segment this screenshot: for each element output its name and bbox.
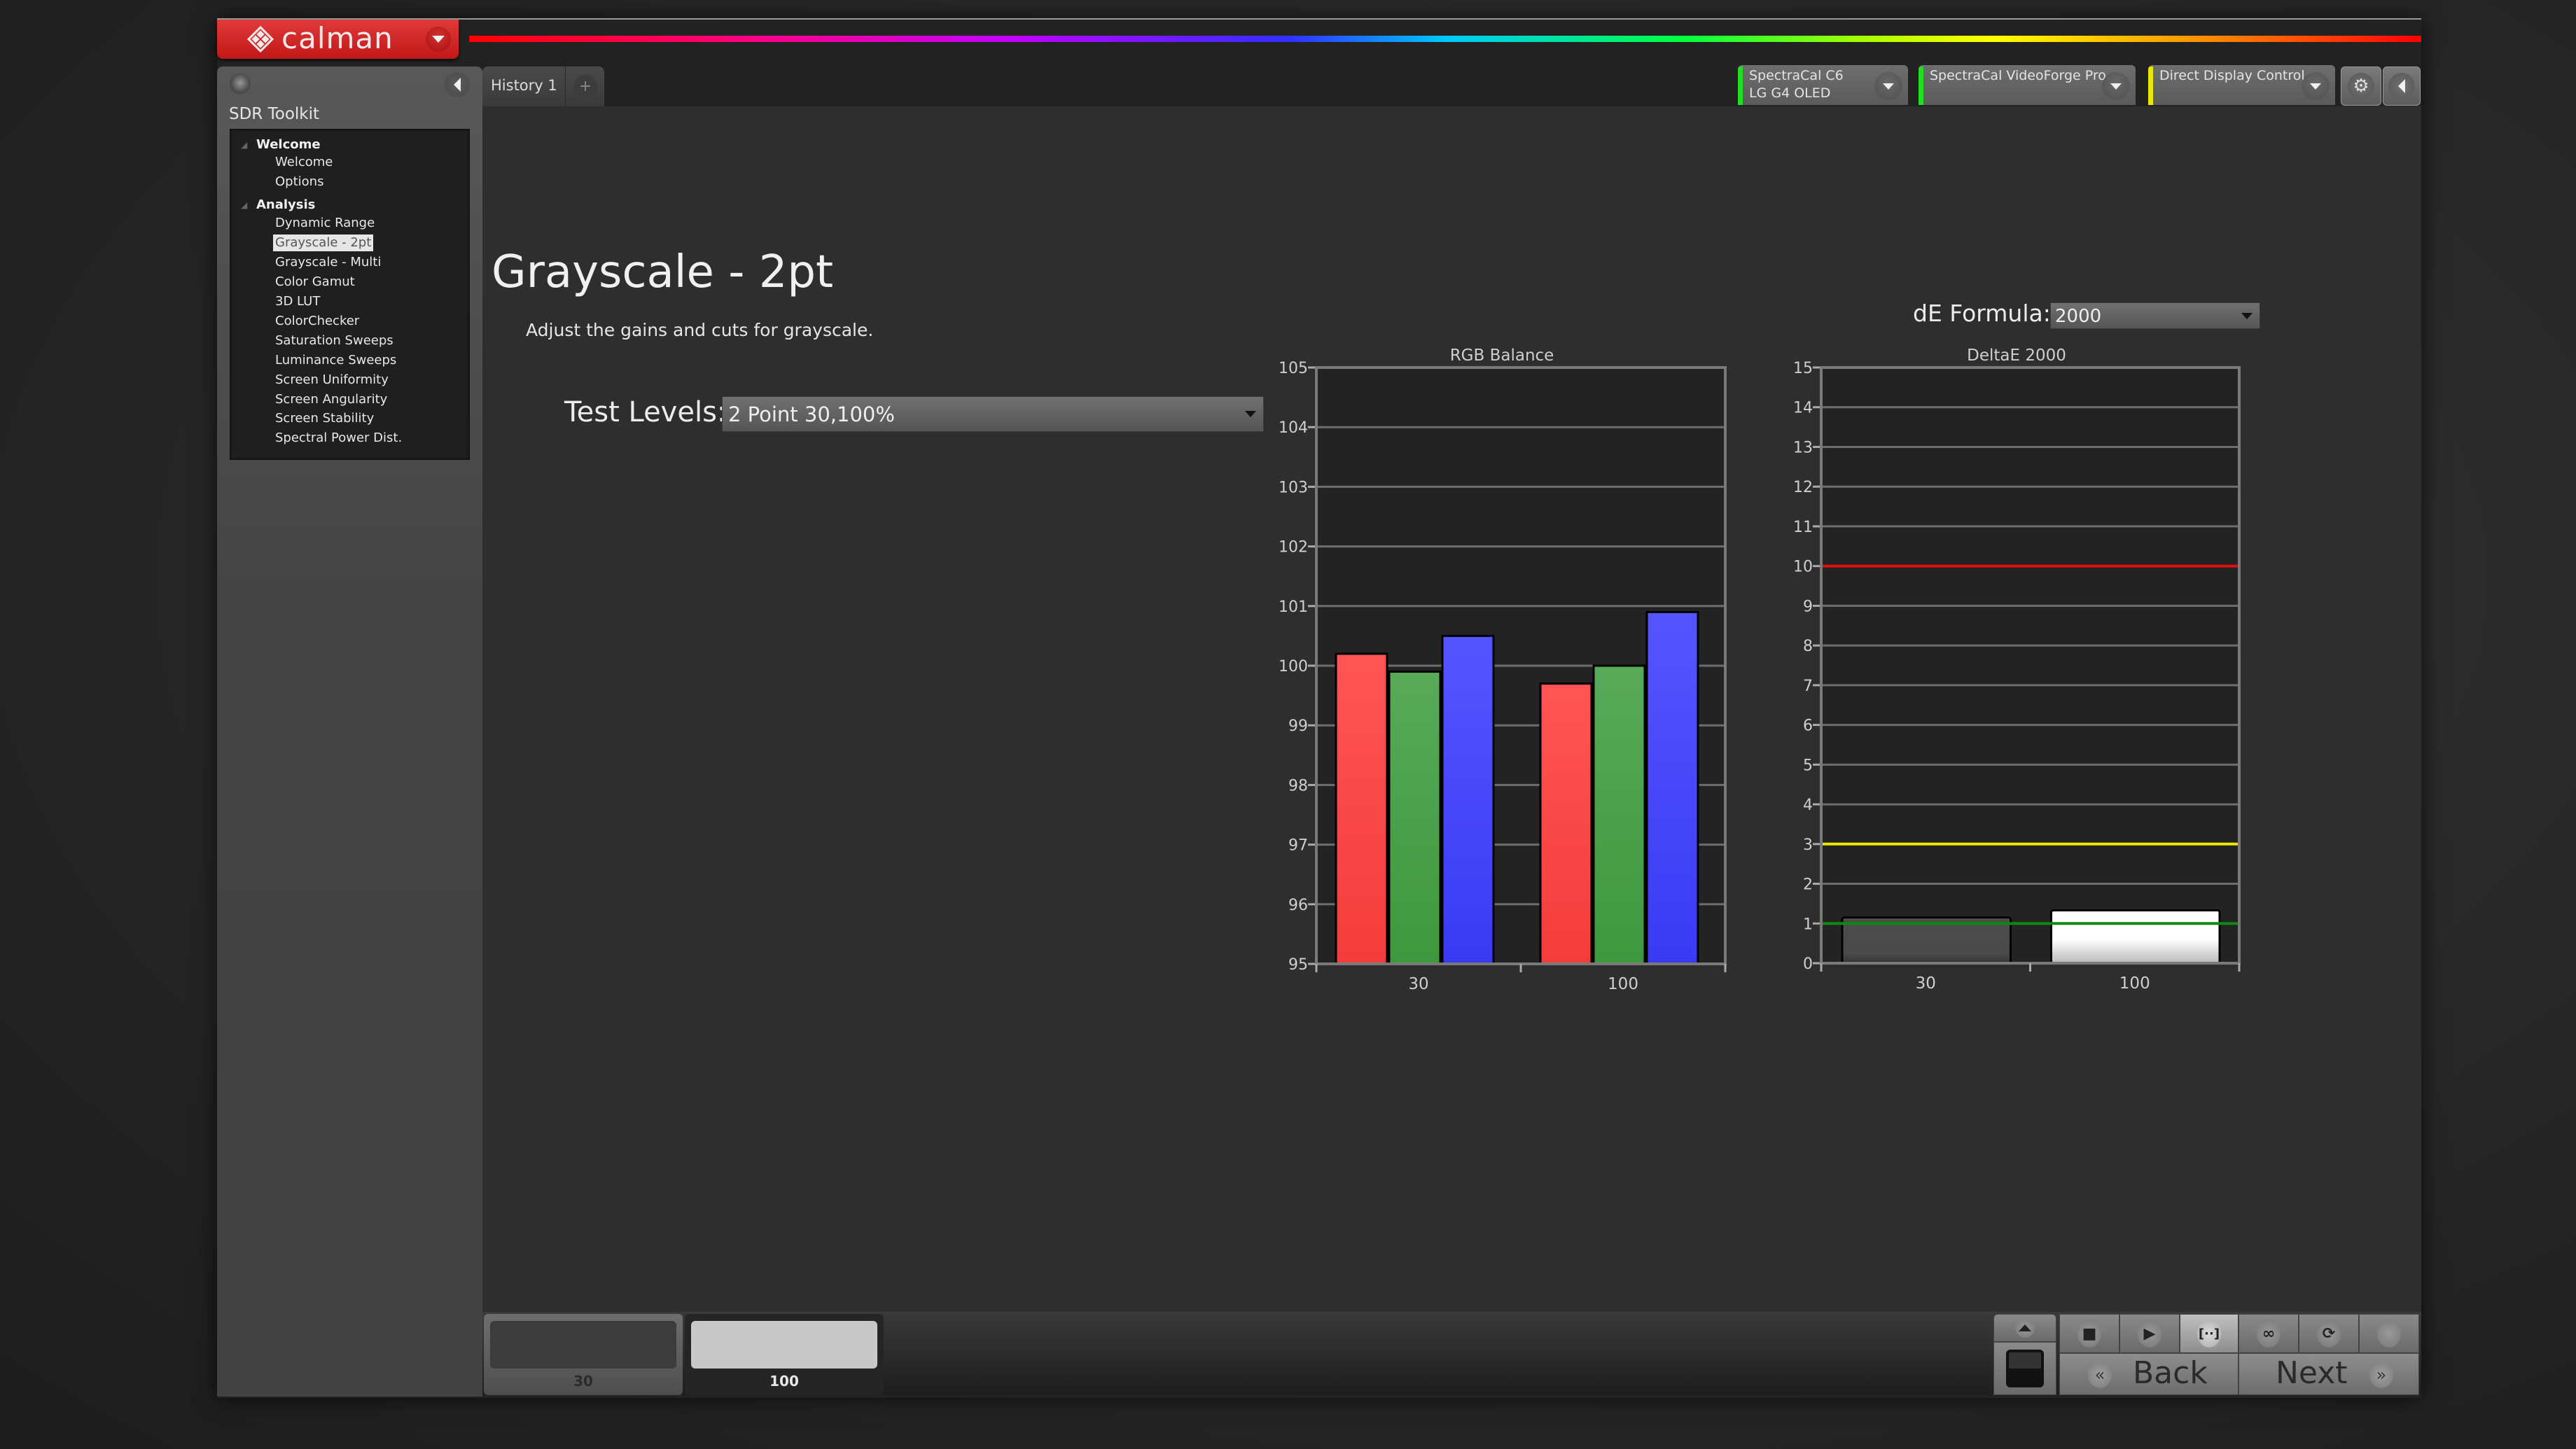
sidebar: SDR Toolkit ◢ Welcome Welcome Options ◢ … (217, 66, 482, 1396)
chevron-down-icon (1245, 411, 1256, 417)
de-formula-dropdown[interactable]: 2000 (2050, 302, 2260, 329)
test-levels-dropdown[interactable]: 2 Point 30,100% (722, 396, 1264, 432)
tree-item-welcome[interactable]: Welcome (273, 154, 335, 171)
logo-dropdown-icon[interactable] (426, 27, 451, 52)
de-formula-label: dE Formula: (1913, 300, 2051, 327)
tree-group-welcome[interactable]: Welcome (256, 137, 321, 152)
patch-preview-button[interactable] (1993, 1342, 2056, 1395)
de-formula-value: 2000 (2055, 306, 2102, 327)
back-button[interactable]: « Back (2059, 1353, 2239, 1395)
chevron-left-icon (454, 78, 461, 92)
chevron-down-icon[interactable] (2102, 72, 2130, 100)
tree-item-colorchecker[interactable]: ColorChecker (273, 313, 361, 330)
meter-status-indicator (1738, 66, 1743, 105)
expand-up-button[interactable] (1993, 1314, 2056, 1342)
page-title: Grayscale - 2pt (492, 246, 834, 298)
tree-item-screen-uniformity[interactable]: Screen Uniformity (273, 372, 391, 388)
tree-item-screen-angularity[interactable]: Screen Angularity (273, 391, 389, 408)
double-chevron-right-icon: » (2369, 1362, 2393, 1388)
sidebar-pin-icon[interactable] (230, 74, 251, 94)
blank-icon (2377, 1320, 2401, 1348)
chevron-down-icon[interactable] (1874, 72, 1902, 100)
plus-icon: + (573, 74, 597, 99)
chevron-down-icon[interactable] (2302, 72, 2330, 100)
tab-history-1[interactable]: History 1 + (482, 66, 604, 106)
bracket-icon: [··] (2197, 1320, 2221, 1348)
tree-item-options[interactable]: Options (273, 174, 326, 190)
tree-item-grayscale-multi[interactable]: Grayscale - Multi (273, 254, 383, 271)
chevron-up-icon (2015, 1318, 2035, 1338)
tree-item-saturation-sweeps[interactable]: Saturation Sweeps (273, 332, 396, 349)
display-control-status-indicator (2148, 66, 2153, 105)
chevron-left-icon (2388, 73, 2415, 99)
infinity-icon: ∞ (2257, 1320, 2281, 1348)
sidebar-title: SDR Toolkit (229, 105, 320, 123)
page-subtitle: Adjust the gains and cuts for grayscale. (526, 320, 874, 340)
patch-30[interactable]: 30 (484, 1314, 683, 1395)
tree-item-luminance-sweeps[interactable]: Luminance Sweeps (273, 352, 398, 369)
stop-icon: ■ (2077, 1320, 2101, 1348)
measurement-controls: ■ ▶ [··] ∞ ⟳ « Back Next » (1993, 1314, 2419, 1395)
tree-item-spectral-power-dist[interactable]: Spectral Power Dist. (273, 430, 404, 447)
workflow-tree: ◢ Welcome Welcome Options ◢ Analysis Dyn… (230, 129, 470, 460)
patch-swatch (691, 1321, 877, 1368)
tab-label: History 1 (491, 77, 557, 94)
expand-arrow-icon[interactable]: ◢ (241, 200, 247, 210)
tree-item-color-gamut[interactable]: Color Gamut (273, 274, 357, 290)
refresh-button[interactable]: ⟳ (2299, 1314, 2359, 1353)
tree-item-dynamic-range[interactable]: Dynamic Range (273, 215, 377, 232)
rainbow-bar (469, 36, 2421, 42)
gear-icon: ⚙ (2348, 73, 2374, 99)
patch-label: 30 (573, 1373, 593, 1390)
calman-menu-button[interactable]: calman (217, 20, 459, 59)
chevron-down-icon (2241, 313, 2253, 319)
next-button[interactable]: Next » (2239, 1353, 2419, 1395)
meter-name: SpectraCal C6 (1749, 68, 1844, 83)
display-control-selector[interactable]: Direct Display Control (2148, 65, 2335, 105)
generator-name: SpectraCal VideoForge Pro (1930, 68, 2106, 83)
read-continuous-button[interactable]: [··] (2180, 1314, 2239, 1353)
collapse-panel-button[interactable] (2383, 66, 2421, 106)
tree-item-screen-stability[interactable]: Screen Stability (273, 410, 376, 427)
tree-item-3d-lut[interactable]: 3D LUT (273, 293, 322, 310)
add-tab-button[interactable]: + (565, 66, 605, 106)
expand-arrow-icon[interactable]: ◢ (241, 140, 247, 150)
next-label: Next (2276, 1355, 2348, 1391)
patch-preview-icon (2006, 1350, 2044, 1387)
pattern-generator-selector[interactable]: SpectraCal VideoForge Pro (1919, 65, 2136, 105)
generator-status-indicator (1919, 66, 1923, 105)
play-button[interactable]: ▶ (2119, 1314, 2180, 1353)
test-levels-label: Test Levels: (564, 396, 727, 428)
loop-button[interactable]: ∞ (2239, 1314, 2299, 1353)
patch-label: 100 (770, 1373, 799, 1390)
stop-button[interactable]: ■ (2059, 1314, 2119, 1353)
logo-text: calman (281, 21, 394, 55)
display-name: LG G4 OLED (1749, 85, 1831, 101)
calman-logo-icon (246, 25, 274, 53)
settings-button[interactable]: ⚙ (2341, 66, 2381, 106)
patch-swatch (490, 1321, 676, 1368)
tree-group-analysis[interactable]: Analysis (256, 197, 315, 212)
double-chevron-left-icon: « (2088, 1362, 2112, 1388)
test-levels-value: 2 Point 30,100% (728, 402, 895, 426)
patch-100[interactable]: 100 (685, 1314, 884, 1395)
back-label: Back (2133, 1355, 2208, 1391)
meter-selector[interactable]: SpectraCal C6 LG G4 OLED (1738, 65, 1908, 105)
sidebar-collapse-button[interactable] (445, 72, 470, 97)
tree-item-grayscale-2pt[interactable]: Grayscale - 2pt (273, 234, 374, 251)
refresh-icon: ⟳ (2317, 1320, 2341, 1348)
blank-button[interactable] (2359, 1314, 2419, 1353)
display-control-name: Direct Display Control (2159, 68, 2305, 83)
play-icon: ▶ (2138, 1320, 2161, 1348)
